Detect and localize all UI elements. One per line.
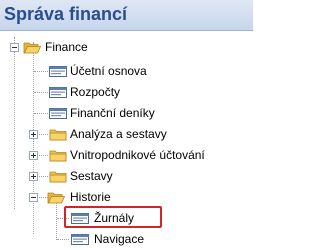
tree-item-label: Rozpočty — [70, 85, 121, 99]
tree-item-historie[interactable]: Historie — [0, 187, 253, 208]
tree-item-label: Účetní osnova — [70, 64, 147, 78]
tree-item-analyza-a-sestavy[interactable]: Analýza a sestavy — [0, 124, 253, 145]
expand-icon[interactable] — [29, 130, 38, 139]
open-folder-icon — [23, 42, 41, 54]
form-icon — [49, 108, 67, 119]
folder-icon — [49, 129, 67, 141]
tree-item-label: Vnitropodnikové účtování — [70, 148, 205, 162]
tree-item-sestavy[interactable]: Sestavy — [0, 166, 253, 187]
tree-item-label: Finance — [45, 40, 88, 54]
folder-icon — [49, 171, 67, 183]
collapse-icon[interactable] — [29, 193, 38, 202]
collapse-icon[interactable] — [10, 43, 19, 52]
tree-item-label: Analýza a sestavy — [70, 127, 167, 141]
expand-icon[interactable] — [29, 151, 38, 160]
folder-icon — [49, 150, 67, 162]
form-icon — [49, 66, 67, 77]
tree-item-label: Historie — [70, 190, 111, 204]
tree-item-finance[interactable]: Finance — [0, 37, 253, 58]
panel-title: Správa financí — [4, 4, 128, 24]
tree-item-vnitropodnikove-uctovani[interactable]: Vnitropodnikové účtování — [0, 145, 253, 166]
selection-highlight — [64, 206, 162, 228]
tree-item-label: Finanční deníky — [70, 106, 155, 120]
tree-item-label: Navigace — [94, 232, 145, 246]
tree-item-ucetni-osnova[interactable]: Účetní osnova — [0, 61, 253, 82]
tree-item-navigace[interactable]: Navigace — [0, 229, 253, 250]
tree-item-label: Sestavy — [70, 169, 113, 183]
form-icon — [71, 234, 89, 245]
tree-item-financni-deniky[interactable]: Finanční deníky — [0, 103, 253, 124]
panel-header: Správa financí — [0, 0, 253, 31]
form-icon — [49, 87, 67, 98]
open-folder-icon — [47, 192, 65, 204]
expand-icon[interactable] — [29, 172, 38, 181]
tree-item-rozpocty[interactable]: Rozpočty — [0, 82, 253, 103]
